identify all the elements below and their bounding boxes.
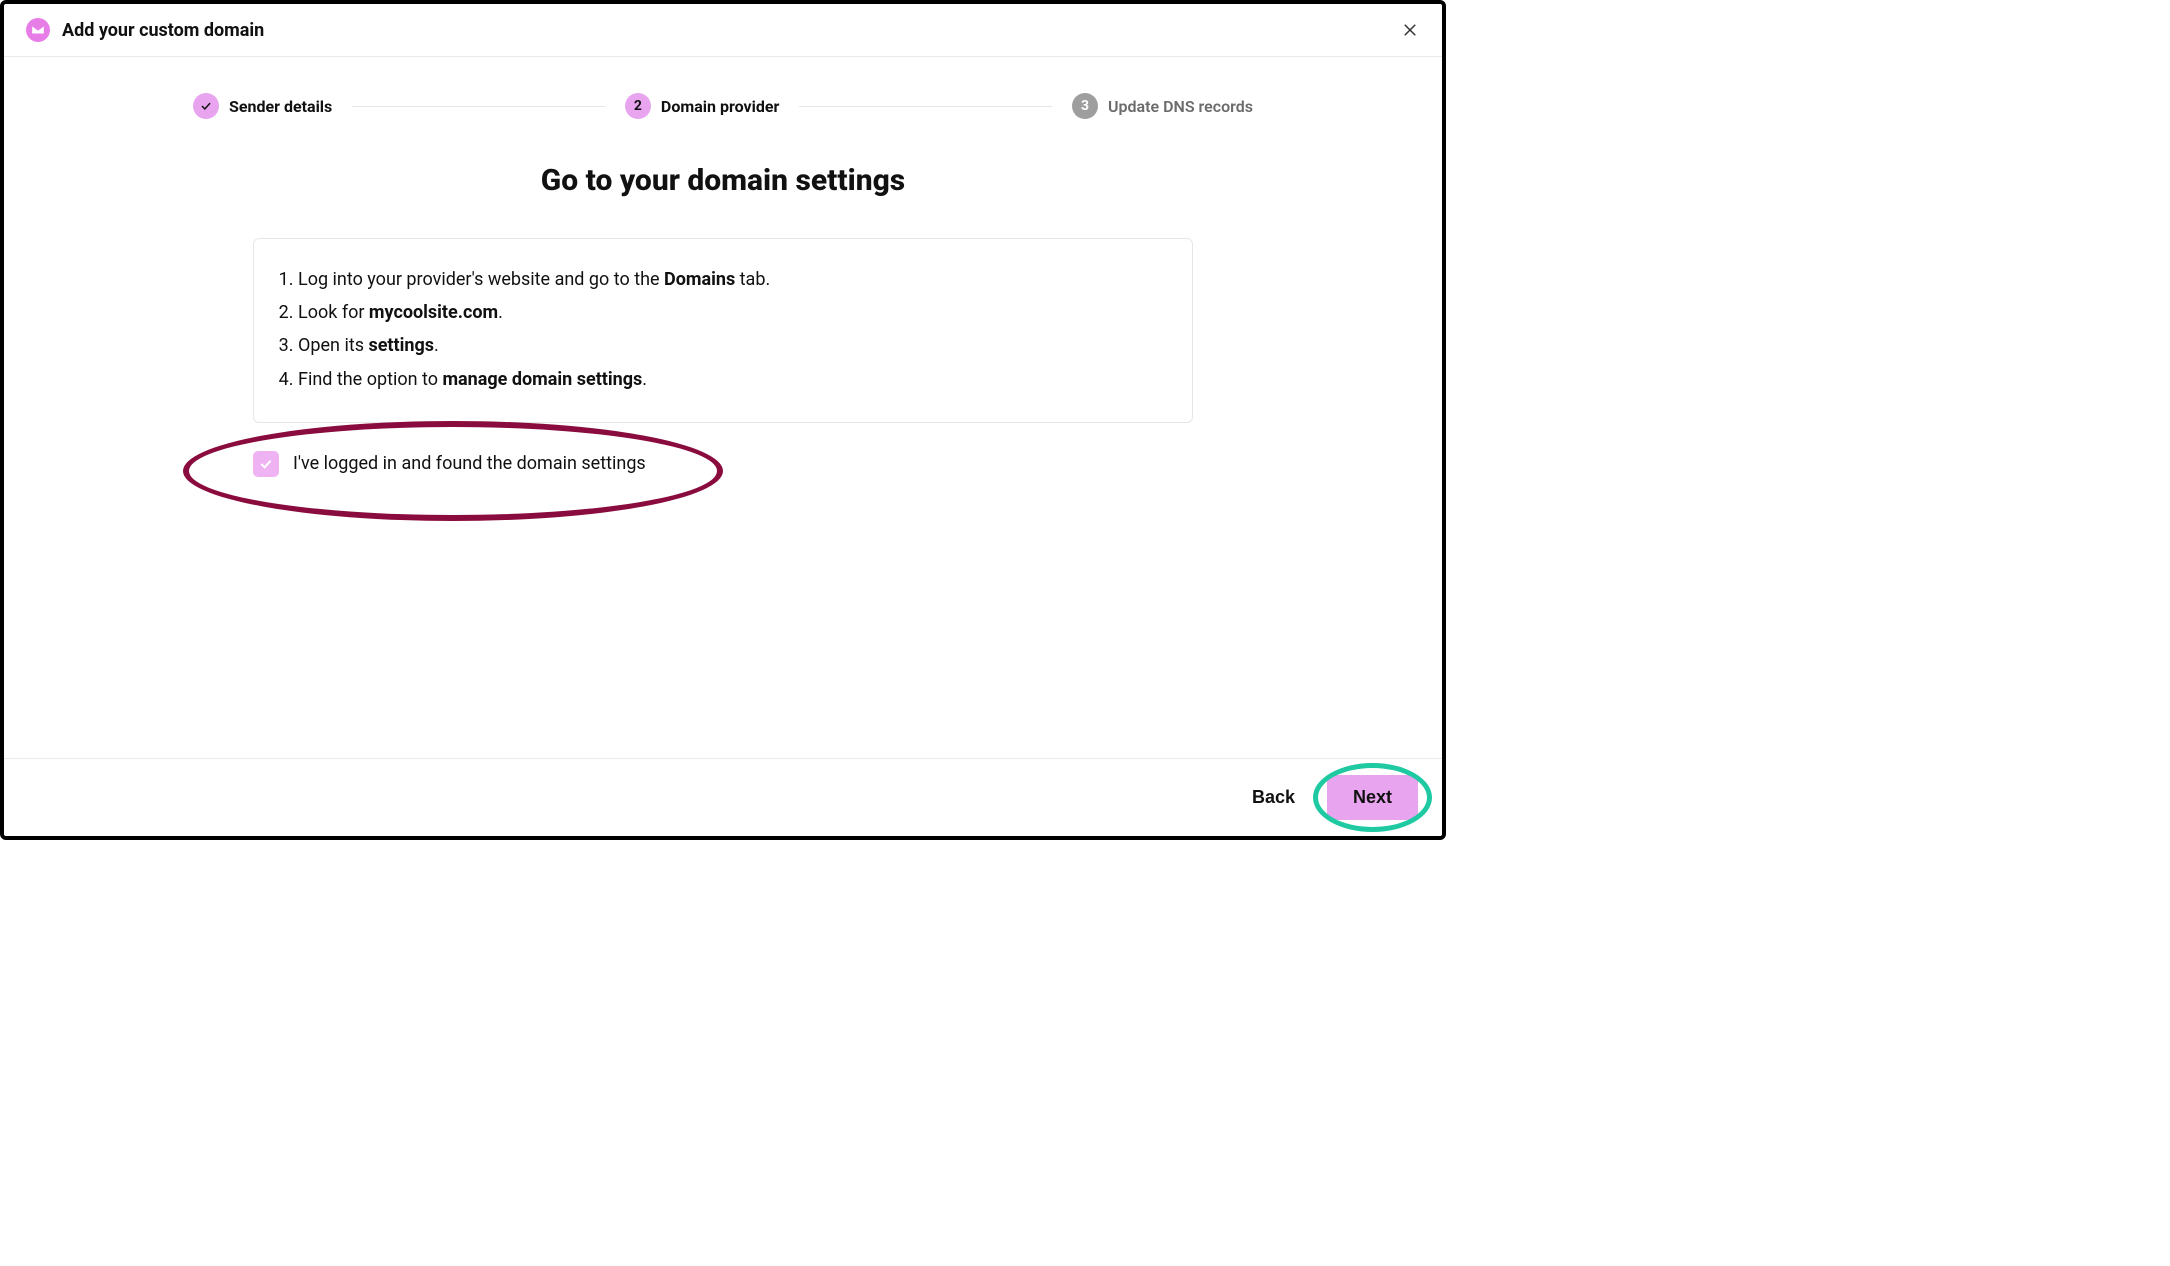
step-separator	[799, 106, 1052, 107]
step-update-dns: 3 Update DNS records	[1072, 93, 1253, 119]
instruction-text: Find the option to	[298, 369, 442, 390]
confirm-label: I've logged in and found the domain sett…	[293, 453, 646, 474]
instruction-text: Look for	[298, 302, 369, 323]
modal-footer: Back Next	[4, 758, 1442, 836]
instruction-text: tab.	[735, 269, 770, 290]
step-sender-details: Sender details	[193, 93, 332, 119]
modal-frame: Add your custom domain Sender details 2 …	[0, 0, 1446, 840]
page-title: Go to your domain settings	[4, 163, 1442, 198]
instruction-text: .	[498, 302, 503, 323]
instructions-card: Log into your provider's website and go …	[253, 238, 1193, 423]
instruction-item: Log into your provider's website and go …	[298, 267, 1166, 292]
instruction-text: .	[642, 369, 647, 390]
instruction-item: Find the option to manage domain setting…	[298, 367, 1166, 392]
close-button[interactable]	[1396, 16, 1424, 44]
instruction-bold: Domains	[664, 269, 735, 290]
instruction-text: Open its	[298, 335, 368, 356]
instruction-bold: mycoolsite.com	[369, 302, 498, 323]
stepper: Sender details 2 Domain provider 3 Updat…	[193, 93, 1253, 119]
next-button-wrap: Next	[1327, 775, 1418, 820]
modal-header: Add your custom domain	[4, 4, 1442, 57]
back-button[interactable]: Back	[1238, 777, 1309, 818]
step-label: Update DNS records	[1108, 97, 1253, 116]
step-badge-done	[193, 93, 219, 119]
instruction-text: .	[434, 335, 439, 356]
instruction-item: Open its settings.	[298, 333, 1166, 358]
modal-body: Go to your domain settings Log into your…	[4, 119, 1442, 758]
app-logo-icon	[26, 18, 50, 42]
step-badge-active: 2	[625, 93, 651, 119]
step-domain-provider: 2 Domain provider	[625, 93, 779, 119]
confirm-checkbox[interactable]	[253, 451, 279, 477]
modal-title: Add your custom domain	[62, 20, 264, 41]
check-icon	[199, 99, 213, 113]
step-badge-pending: 3	[1072, 93, 1098, 119]
instruction-bold: manage domain settings	[442, 369, 642, 390]
step-label: Domain provider	[661, 97, 779, 116]
instruction-item: Look for mycoolsite.com.	[298, 300, 1166, 325]
instruction-text: Log into your provider's website and go …	[298, 269, 664, 290]
confirm-row: I've logged in and found the domain sett…	[253, 451, 1193, 477]
close-icon	[1401, 21, 1419, 39]
check-icon	[258, 456, 274, 472]
instructions-list: Log into your provider's website and go …	[280, 267, 1166, 392]
step-label: Sender details	[229, 97, 332, 116]
next-button[interactable]: Next	[1327, 775, 1418, 820]
instruction-bold: settings	[368, 335, 434, 356]
step-separator	[352, 106, 605, 107]
